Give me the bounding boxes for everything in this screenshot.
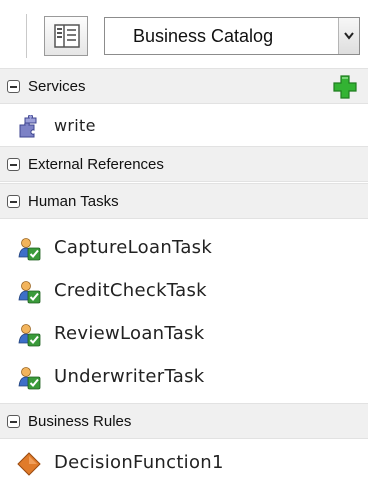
section-label: External References <box>28 156 164 173</box>
catalog-select[interactable]: Business Catalog <box>104 17 360 55</box>
catalog-select-value: Business Catalog <box>133 26 274 46</box>
section-label: Services <box>28 78 86 95</box>
section-business-rules[interactable]: Business Rules <box>0 403 368 439</box>
collapse-icon[interactable] <box>7 415 20 428</box>
chevron-down-icon <box>344 32 354 40</box>
item-label: DecisionFunction1 <box>54 452 224 473</box>
list-item-capture-loan-task[interactable]: CaptureLoanTask <box>0 228 368 268</box>
item-label: ReviewLoanTask <box>54 323 205 344</box>
section-label: Business Rules <box>28 413 132 430</box>
list-item-underwriter-task[interactable]: UnderwriterTask <box>0 357 368 397</box>
tree-view-button[interactable] <box>44 16 88 56</box>
business-rule-icon <box>17 452 41 476</box>
human-task-icon <box>18 367 41 390</box>
list-item-decision-function1[interactable]: DecisionFunction1 <box>0 443 368 483</box>
collapse-icon[interactable] <box>7 158 20 171</box>
collapse-icon[interactable] <box>7 80 20 93</box>
section-label: Human Tasks <box>28 193 119 210</box>
section-services[interactable]: Services <box>0 68 368 104</box>
puzzle-service-icon <box>19 115 37 138</box>
section-external-references[interactable]: External References <box>0 146 368 182</box>
collapse-icon[interactable] <box>7 195 20 208</box>
human-task-icon <box>18 238 41 261</box>
catalog-toolbar: Business Catalog <box>0 0 368 68</box>
select-dropdown-button[interactable] <box>338 18 359 54</box>
item-label: UnderwriterTask <box>54 366 205 387</box>
list-item-credit-check-task[interactable]: CreditCheckTask <box>0 271 368 311</box>
section-human-tasks[interactable]: Human Tasks <box>0 183 368 219</box>
item-label: CaptureLoanTask <box>54 237 213 258</box>
list-item-review-loan-task[interactable]: ReviewLoanTask <box>0 314 368 354</box>
list-item-write[interactable]: write <box>0 106 368 146</box>
item-label: write <box>54 116 96 135</box>
toolbar-separator <box>26 14 27 58</box>
add-icon[interactable] <box>332 74 358 100</box>
human-task-icon <box>18 324 41 347</box>
human-task-icon <box>18 281 41 304</box>
tree-view-icon <box>54 24 80 48</box>
item-label: CreditCheckTask <box>54 280 207 301</box>
